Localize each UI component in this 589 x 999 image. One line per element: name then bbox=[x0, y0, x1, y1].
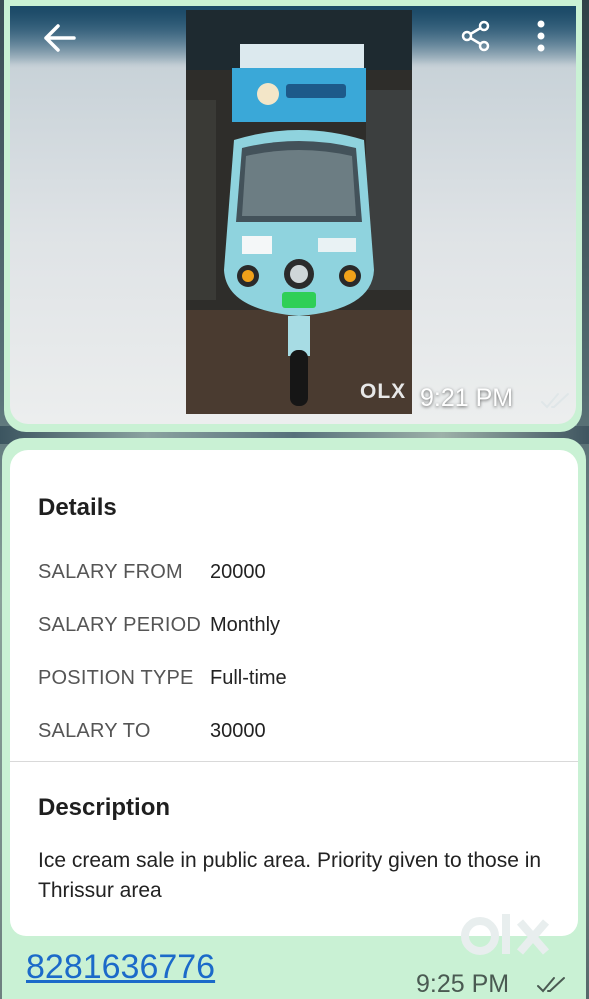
share-icon[interactable] bbox=[458, 18, 494, 54]
text-message-bubble[interactable]: Details SALARY FROM 20000 SALARY PERIOD … bbox=[2, 438, 586, 999]
detail-label-salary-from: SALARY FROM bbox=[38, 561, 183, 583]
photo-watermark: OLX bbox=[360, 380, 407, 403]
image-preview[interactable]: OLX 9:21 PM bbox=[10, 6, 576, 424]
more-vert-icon[interactable] bbox=[530, 18, 552, 54]
olx-logo-icon bbox=[456, 910, 576, 970]
double-check-icon bbox=[536, 976, 568, 994]
details-heading: Details bbox=[38, 494, 117, 521]
double-check-icon bbox=[540, 392, 572, 410]
detail-value-salary-from: 20000 bbox=[210, 561, 266, 583]
detail-label-salary-to: SALARY TO bbox=[38, 720, 151, 742]
phone-number-link[interactable]: 8281636776 bbox=[26, 948, 215, 987]
back-arrow-icon[interactable] bbox=[40, 20, 80, 56]
detail-value-salary-to: 30000 bbox=[210, 720, 266, 742]
detail-label-salary-period: SALARY PERIOD bbox=[38, 614, 202, 636]
image-message-bubble[interactable]: OLX 9:21 PM bbox=[4, 0, 582, 432]
listing-details-card: Details SALARY FROM 20000 SALARY PERIOD … bbox=[10, 450, 578, 955]
detail-value-position-type: Full-time bbox=[210, 667, 287, 689]
image-message-time: 9:21 PM bbox=[420, 384, 514, 412]
vehicle-photo: OLX bbox=[186, 10, 412, 414]
detail-value-salary-period: Monthly bbox=[210, 614, 281, 636]
text-message-time: 9:25 PM bbox=[416, 970, 510, 998]
section-divider bbox=[10, 761, 578, 762]
description-heading: Description bbox=[38, 794, 171, 821]
detail-label-position-type: POSITION TYPE bbox=[38, 667, 194, 689]
description-text: Ice cream sale in public area. Priority … bbox=[38, 849, 542, 902]
